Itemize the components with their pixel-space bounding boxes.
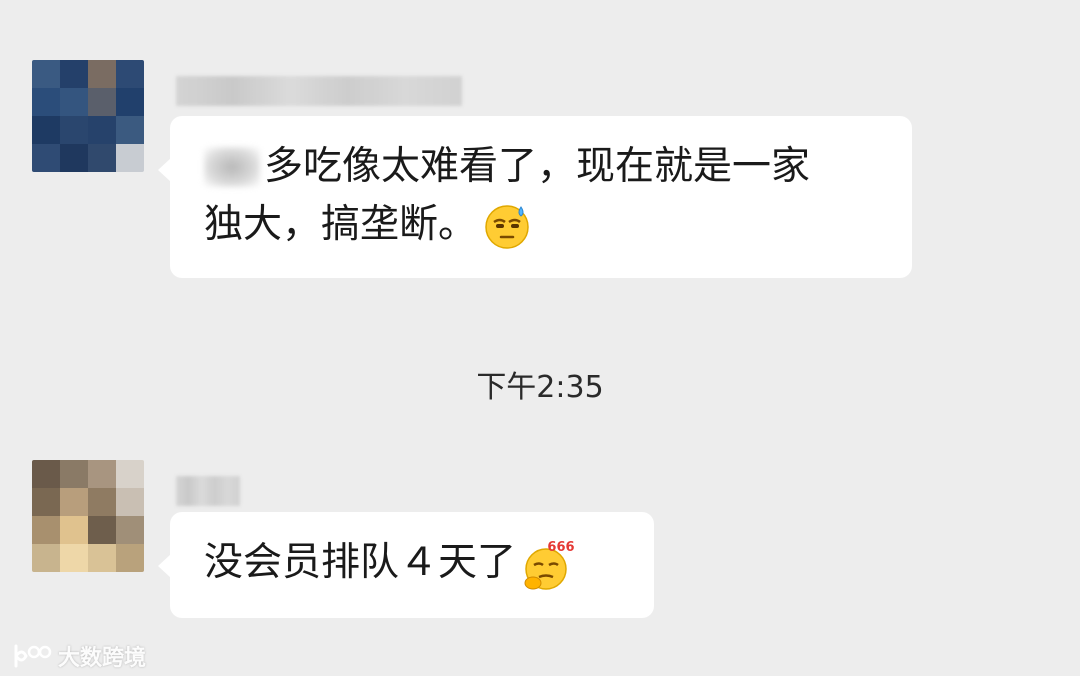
svg-text:666: 666	[547, 540, 574, 555]
brand-logo-icon	[14, 644, 52, 668]
message-text: 多吃像太难看了，现在就是一家	[264, 144, 811, 189]
sweat-smile-emoji-icon	[481, 199, 533, 251]
666-emoji-icon: 666	[520, 537, 575, 590]
watermark-text: 大数跨境	[58, 646, 147, 671]
timestamp: 下午2:35	[476, 370, 604, 405]
message-line: 没会员排队４天了 666	[204, 534, 622, 592]
message-line: 独大，搞垄断。	[204, 196, 880, 254]
sender-name	[176, 76, 462, 106]
message-text: 没会员排队４天了	[204, 540, 517, 585]
message-bubble[interactable]: 没会员排队４天了 666	[158, 512, 654, 618]
message-text: 独大，搞垄断。	[204, 202, 478, 247]
watermark: 大数跨境	[10, 640, 146, 672]
sender-name	[176, 476, 240, 506]
obscured-text	[204, 147, 260, 187]
message-bubble[interactable]: 多吃像太难看了，现在就是一家 独大，搞垄断。	[158, 116, 912, 278]
avatar[interactable]	[32, 60, 144, 172]
avatar[interactable]	[32, 460, 144, 572]
message-line: 多吃像太难看了，现在就是一家	[204, 138, 880, 196]
